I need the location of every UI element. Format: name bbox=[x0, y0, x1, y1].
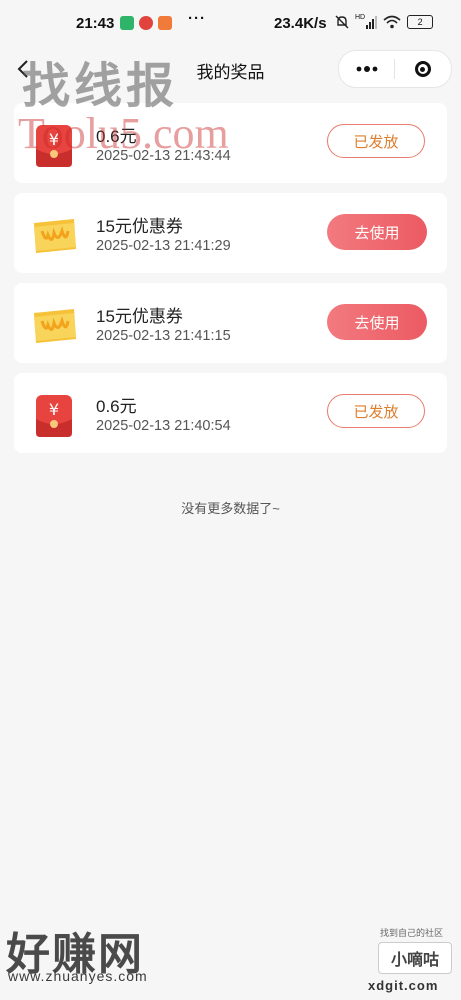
more-notifications-icon: ··· bbox=[188, 10, 206, 27]
prize-name: 15元优惠券 bbox=[96, 217, 183, 236]
watermark-zhuanyes-url: www.zhuanyes.com bbox=[8, 968, 148, 984]
red-envelope-icon: ¥ bbox=[36, 395, 72, 437]
miniprogram-capsule bbox=[338, 50, 452, 88]
watermark-toolu5: Toolu5.com bbox=[18, 109, 229, 158]
notification-icons bbox=[120, 16, 172, 30]
prize-card: 15元优惠券 2025-02-13 21:41:29 去使用 bbox=[14, 193, 447, 273]
prize-time: 2025-02-13 21:41:29 bbox=[96, 238, 231, 254]
signal-icon: HD bbox=[355, 14, 378, 29]
prize-name: 15元优惠券 bbox=[96, 307, 183, 326]
netease-app-icon bbox=[139, 16, 153, 30]
prize-card: ¥ 0.6元 2025-02-13 21:40:54 已发放 bbox=[14, 373, 447, 453]
status-time: 21:43 bbox=[76, 15, 115, 32]
issued-button[interactable]: 已发放 bbox=[327, 394, 425, 428]
wifi-icon bbox=[383, 15, 401, 29]
more-dots-icon bbox=[356, 66, 377, 72]
target-icon bbox=[414, 61, 431, 77]
use-button[interactable]: 去使用 bbox=[327, 214, 427, 250]
use-button[interactable]: 去使用 bbox=[327, 304, 427, 340]
watermark-xdgit-url: xdgit.com bbox=[368, 978, 439, 993]
mute-bell-icon bbox=[335, 15, 349, 29]
shield-app-icon bbox=[120, 16, 134, 30]
coupon-icon bbox=[34, 309, 76, 343]
status-bar: 21:43 ··· 23.4K/s HD 2 bbox=[0, 0, 461, 46]
svg-text:¥: ¥ bbox=[49, 400, 59, 419]
battery-icon: 2 bbox=[407, 15, 434, 29]
watermark-zhaoxianbao: 找线报 bbox=[22, 60, 179, 113]
prize-card: 15元优惠券 2025-02-13 21:41:15 去使用 bbox=[14, 283, 447, 363]
issued-button[interactable]: 已发放 bbox=[327, 124, 425, 158]
system-icons: HD 2 bbox=[335, 14, 434, 29]
network-speed: 23.4K/s bbox=[274, 15, 327, 32]
more-button[interactable] bbox=[339, 51, 394, 87]
prize-time: 2025-02-13 21:40:54 bbox=[96, 418, 231, 434]
coupon-icon bbox=[34, 219, 76, 253]
prize-time: 2025-02-13 21:41:15 bbox=[96, 328, 231, 344]
no-more-data-text: 没有更多数据了~ bbox=[181, 501, 280, 516]
watermark-xdgit-tagline: 找到自己的社区 bbox=[380, 928, 444, 938]
close-miniprogram-button[interactable] bbox=[395, 51, 450, 87]
taobao-app-icon bbox=[158, 16, 172, 30]
watermark-xiaodigu: 小嘀咕 bbox=[378, 942, 452, 974]
prize-name: 0.6元 bbox=[96, 397, 137, 416]
signal-hd-label: HD bbox=[355, 14, 366, 21]
